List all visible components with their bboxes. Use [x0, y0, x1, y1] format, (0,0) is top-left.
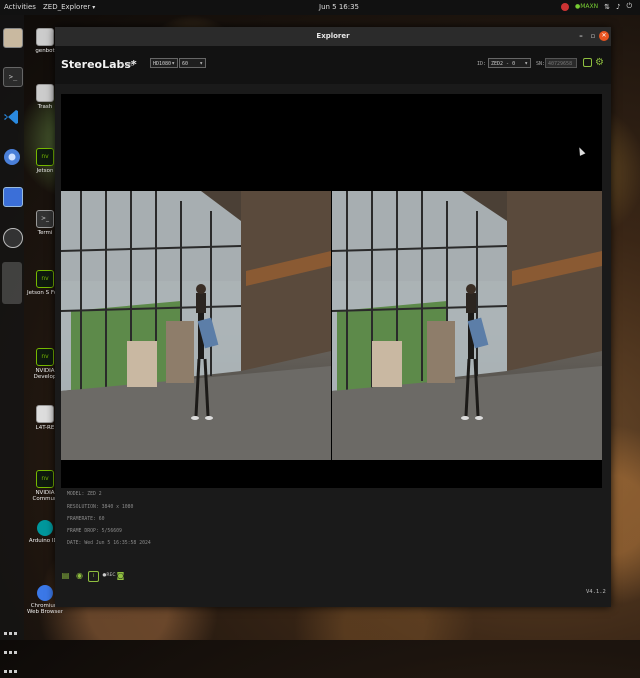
- screenshot-app-icon[interactable]: [3, 187, 23, 207]
- fps-select[interactable]: 60 ▾: [179, 58, 206, 68]
- power-mode-indicator[interactable]: ●MAXN: [575, 3, 598, 10]
- system-tray[interactable]: ●MAXN ⇅ ♪ ⏻: [560, 2, 632, 11]
- minimize-button[interactable]: –: [576, 31, 586, 41]
- arduino-icon: [37, 520, 53, 536]
- nvidia-icon: nv: [36, 470, 54, 488]
- resolution-select[interactable]: HD1080 ▾: [150, 58, 178, 68]
- explorer-window: Explorer – ▫ ✕ StereoLabs* LIVE HD1080 ▾ …: [55, 27, 611, 607]
- dock: >_: [0, 15, 24, 673]
- zed-explorer-dock-icon[interactable]: [2, 262, 22, 304]
- record-indicator-icon[interactable]: [560, 2, 569, 11]
- terminal-app-icon[interactable]: >_: [3, 67, 23, 87]
- fps-select-value: 60: [182, 61, 189, 67]
- window-titlebar[interactable]: Explorer – ▫ ✕: [55, 27, 611, 46]
- files-app-icon[interactable]: [3, 28, 23, 48]
- nvidia-icon: nv: [36, 270, 54, 288]
- info-model: MODEL: ZED 2: [67, 492, 102, 497]
- nvidia-icon: nv: [36, 148, 54, 166]
- terminal-icon: >_: [36, 210, 54, 228]
- vscode-app-icon[interactable]: [3, 108, 21, 126]
- info-framerate: FRAMERATE: 60: [67, 517, 105, 522]
- camera-view: [61, 94, 602, 488]
- chevron-down-icon: ▾: [524, 60, 528, 67]
- file-icon[interactable]: ▤: [61, 571, 70, 580]
- app-header: StereoLabs* LIVE HD1080 ▾ 60 ▾ ID: ZED2 - …: [55, 46, 611, 84]
- clock[interactable]: Jun 5 16:35: [319, 3, 359, 11]
- info-icon[interactable]: i: [88, 571, 99, 582]
- camera-id-select-value: ZED2 - 0: [491, 61, 516, 67]
- info-date: DATE: Wed Jun 5 16:35:58 2024: [67, 541, 151, 546]
- nvidia-icon: nv: [36, 348, 54, 366]
- app-menu[interactable]: ZED_Explorer ▾: [43, 3, 95, 11]
- bottom-toolbar: ▤ ◉ i ●REC ◙: [55, 561, 611, 591]
- camera-icon[interactable]: ◙: [116, 571, 125, 580]
- obs-app-icon[interactable]: [3, 228, 23, 248]
- show-apps-icon[interactable]: [3, 621, 21, 673]
- power-mode-label: MAXN: [580, 3, 599, 10]
- document-icon: [36, 405, 54, 423]
- camera-id-label: ID:: [477, 61, 487, 67]
- close-button[interactable]: ✕: [599, 31, 609, 41]
- info-frame-drop: FRAME DROP: 5/56609: [67, 529, 122, 534]
- gear-icon[interactable]: ⚙: [595, 58, 604, 68]
- window-title: Explorer: [316, 32, 350, 40]
- version-label: V4.1.2: [586, 589, 606, 595]
- info-resolution: RESOLUTION: 3840 x 1080: [67, 505, 134, 510]
- volume-icon[interactable]: ♪: [616, 3, 620, 11]
- chromium-app-icon[interactable]: [3, 148, 21, 166]
- live-label: LIVE: [122, 62, 135, 68]
- rec-icon[interactable]: ●REC: [102, 571, 116, 580]
- serial-number-label: SN:: [536, 61, 546, 67]
- serial-number-field: 40729658: [545, 58, 577, 68]
- app-menu-label: ZED_Explorer: [43, 3, 91, 11]
- broadcast-icon[interactable]: ◉: [75, 571, 84, 580]
- chevron-down-icon: ▾: [171, 60, 175, 67]
- activities-button[interactable]: Activities: [4, 3, 36, 11]
- power-icon[interactable]: ⏻: [626, 2, 632, 11]
- chevron-down-icon: ▾: [199, 60, 203, 67]
- top-bar: Activities ZED_Explorer ▾ Jun 5 16:35 ●MA…: [0, 0, 640, 15]
- resolution-select-value: HD1080: [153, 61, 172, 67]
- folder-icon: [36, 28, 54, 46]
- trash-icon: [36, 84, 54, 102]
- right-camera-image: [332, 191, 602, 460]
- chevron-down-icon: ▾: [92, 4, 96, 11]
- camera-id-select[interactable]: ZED2 - 0 ▾: [488, 58, 531, 68]
- network-icon[interactable]: ⇅: [604, 3, 610, 11]
- left-camera-image: [61, 191, 331, 460]
- maximize-button[interactable]: ▫: [588, 31, 598, 41]
- record-icon[interactable]: [583, 58, 592, 67]
- chromium-icon: [37, 585, 53, 601]
